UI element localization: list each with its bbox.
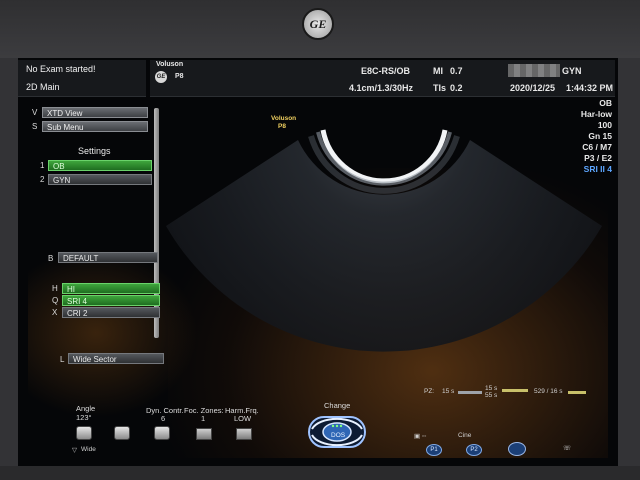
change-center-button[interactable]: DOS [331,432,345,439]
change-wheel-control[interactable] [306,411,368,451]
ultrasound-sector-image[interactable] [18,58,618,466]
cine-icon: ▣ ◦◦ [414,433,427,440]
param-harmonic: Har-low [580,109,612,119]
param-pe: P3 / E2 [584,153,612,163]
foc-zones-value: 1 [201,414,206,423]
phone-icon: ☏ [563,445,572,452]
foc-zones-knob[interactable] [196,428,212,440]
timeline-label: PZ: [424,388,435,395]
wide-toggle-icon: ▽ [72,447,77,454]
image-probe-code: P8 [278,123,286,130]
change-label: Change [324,401,351,410]
monitor-bezel-right [618,58,640,480]
param-sri: SRI II 4 [583,164,612,174]
image-system-name: Voluson [271,115,297,122]
angle-knob[interactable] [76,426,92,440]
cine-label: Cine [458,432,472,439]
ultrasound-screen: No Exam started! 2D Main GE Voluson P8 E… [18,58,618,466]
angle-value: 123° [76,413,92,422]
monitor-bezel-top: GE [0,0,640,58]
p2-button[interactable]: P2 [466,444,482,456]
timeline-t2: 15 s [485,385,498,392]
dyn-contr-knob[interactable] [154,426,170,440]
timeline-t1: 15 s [442,388,455,395]
timeline-bar-3 [568,391,586,394]
harm-frq-knob[interactable] [236,428,252,440]
p1-button[interactable]: P1 [426,444,442,456]
param-power: 100 [597,120,612,130]
timeline-bar-2 [502,389,528,392]
monitor-bezel-bottom [0,466,640,480]
param-gain: Gn 15 [588,131,612,141]
timeline-t3: 55 s [485,392,498,399]
timeline-bar-1 [458,391,482,394]
angle-label: Angle [76,404,96,413]
harm-frq-value: LOW [234,414,252,423]
param-cm: C6 / M7 [582,142,612,152]
ge-logo: GE [302,8,334,40]
timeline-counter: 529 / 16 s [534,388,563,395]
wide-toggle-label[interactable]: Wide [81,446,96,453]
monitor-bezel-left [0,58,18,480]
dyn-contr-value: 6 [161,414,166,423]
param-preset: OB [599,98,612,108]
secondary-knob[interactable] [114,426,130,440]
cine-loop-icon[interactable] [508,442,526,456]
